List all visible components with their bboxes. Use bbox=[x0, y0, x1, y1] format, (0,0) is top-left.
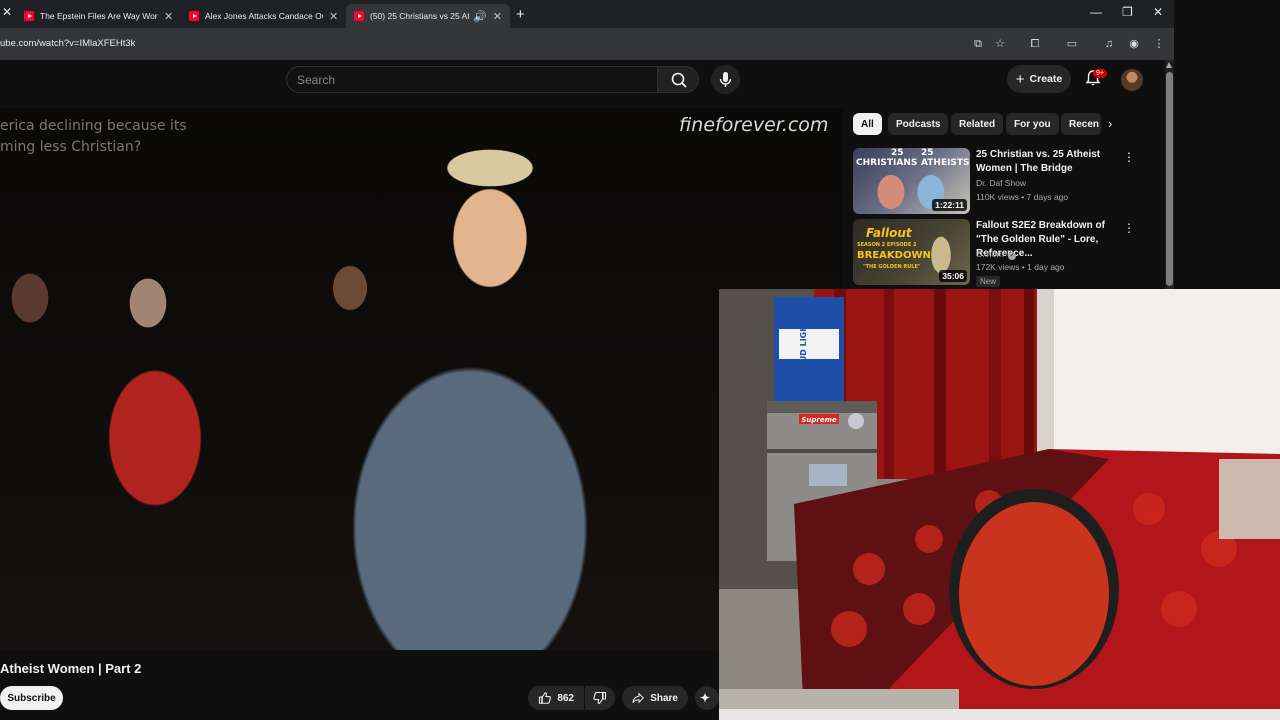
youtube-header: + Create bbox=[0, 60, 1165, 108]
chip-for-you[interactable]: For you bbox=[1006, 113, 1059, 135]
ask-ai-button[interactable]: ✦ bbox=[695, 686, 719, 710]
profile-icon[interactable]: ◉ bbox=[1127, 37, 1141, 51]
video-player[interactable]: erica declining because its ming less Ch… bbox=[0, 108, 843, 650]
video-duration: 1:22:11 bbox=[932, 199, 967, 211]
caption-line-1: erica declining because its bbox=[0, 118, 187, 134]
recommended-video-1[interactable]: CHRISTIANS ATHEISTS 25 25 1:22:11 25 Chr… bbox=[853, 148, 1143, 216]
video-duration: 35:06 bbox=[939, 270, 967, 282]
recommended-title[interactable]: 25 Christian vs. 25 Atheist Women | The … bbox=[976, 148, 1122, 176]
subscribe-button[interactable]: Subscribe bbox=[0, 686, 63, 710]
video-thumbnail[interactable]: CHRISTIANS ATHEISTS 25 25 1:22:11 bbox=[853, 148, 970, 214]
notification-count-badge: 9+ bbox=[1093, 69, 1107, 78]
window-close-icon[interactable]: ✕ bbox=[1153, 5, 1163, 19]
account-avatar[interactable] bbox=[1121, 69, 1143, 91]
youtube-favicon-icon bbox=[189, 11, 199, 21]
recommended-video-2[interactable]: Fallout SEASON 2 EPISODE 2 BREAKDOWN "TH… bbox=[853, 219, 1143, 287]
extensions-icon[interactable]: ⧠ bbox=[1028, 37, 1042, 51]
thumb-text: Fallout bbox=[866, 226, 912, 240]
like-count: 862 bbox=[557, 692, 574, 704]
thumb-text: BREAKDOWN bbox=[857, 250, 931, 261]
like-button[interactable]: 862 bbox=[528, 686, 584, 710]
address-bar: ube.com/watch?v=IMlaXFEHt3k ⧉ ☆ ⧠ ▭ ♫ ◉ … bbox=[0, 28, 1174, 60]
thumb-text: ATHEISTS bbox=[921, 158, 970, 168]
thumbs-down-icon bbox=[593, 691, 607, 705]
new-badge: New bbox=[976, 276, 1001, 287]
channel-name[interactable]: Oxhorn ✓ bbox=[976, 249, 1017, 260]
more-options-icon[interactable]: ⋮ bbox=[1123, 221, 1135, 235]
youtube-favicon-icon bbox=[24, 11, 34, 21]
youtube-favicon-icon bbox=[354, 11, 364, 21]
video-thumbnail[interactable]: Fallout SEASON 2 EPISODE 2 BREAKDOWN "TH… bbox=[853, 219, 970, 285]
scroll-up-arrow-icon[interactable] bbox=[1166, 62, 1172, 68]
box-label: BUD LIGHT bbox=[799, 319, 808, 368]
create-label: Create bbox=[1029, 73, 1063, 85]
create-button[interactable]: + Create bbox=[1007, 65, 1071, 93]
tab-close-icon[interactable]: ✕ bbox=[164, 10, 173, 23]
video-overlay-caption: erica declining because its ming less Ch… bbox=[0, 116, 187, 158]
side-panel-icon[interactable]: ▭ bbox=[1065, 37, 1079, 51]
share-button[interactable]: Share bbox=[622, 686, 688, 710]
browser-tab-3-active[interactable]: (50) 25 Christians vs 25 Atheists 🔊 ✕ bbox=[346, 4, 510, 28]
tab-title: Alex Jones Attacks Candace Owens bbox=[205, 11, 323, 21]
voice-search-button[interactable] bbox=[711, 65, 740, 94]
chip-recent[interactable]: Recen bbox=[1061, 113, 1101, 135]
thumbs-up-icon bbox=[538, 692, 551, 704]
search-icon bbox=[671, 72, 687, 88]
tab-close-icon[interactable]: ✕ bbox=[329, 10, 338, 23]
page-scrollbar[interactable] bbox=[1165, 60, 1174, 289]
speaker-icon[interactable]: 🔊 bbox=[473, 10, 487, 23]
browser-tab-2[interactable]: Alex Jones Attacks Candace Owens ✕ bbox=[189, 4, 338, 28]
tab-close-icon[interactable]: ✕ bbox=[2, 5, 12, 19]
thumb-text: CHRISTIANS bbox=[856, 158, 918, 168]
chip-related[interactable]: Related bbox=[951, 113, 1004, 135]
tab-close-icon[interactable]: ✕ bbox=[493, 10, 502, 23]
thumb-text: "THE GOLDEN RULE" bbox=[863, 264, 921, 270]
browser-menu-icon[interactable]: ⋮ bbox=[1152, 37, 1166, 51]
chevron-right-icon[interactable]: › bbox=[1108, 116, 1112, 131]
more-options-icon[interactable]: ⋮ bbox=[1123, 150, 1135, 164]
sticker-label: Supreme bbox=[801, 416, 837, 424]
channel-name-text: Oxhorn bbox=[976, 249, 1004, 259]
minimize-icon[interactable]: — bbox=[1090, 5, 1102, 19]
share-arrow-icon bbox=[632, 692, 645, 704]
chip-podcasts[interactable]: Podcasts bbox=[888, 113, 949, 135]
url-field[interactable]: ube.com/watch?v=IMlaXFEHt3k bbox=[0, 38, 135, 49]
microphone-icon bbox=[719, 72, 732, 87]
dislike-button[interactable] bbox=[585, 686, 615, 710]
new-tab-plus-icon[interactable]: + bbox=[516, 6, 525, 23]
install-app-icon[interactable]: ⧉ bbox=[971, 37, 985, 51]
restore-icon[interactable]: ❐ bbox=[1122, 5, 1133, 19]
share-label: Share bbox=[650, 692, 678, 704]
verified-check-icon: ✓ bbox=[1008, 252, 1017, 260]
scrollbar-thumb[interactable] bbox=[1166, 72, 1173, 286]
browser-tab-bar: ✕ The Epstein Files Are Way Worse ✕ Alex… bbox=[0, 0, 1174, 28]
video-watermark: fineforever.com bbox=[679, 114, 829, 136]
video-metadata: 172K views • 1 day ago bbox=[976, 262, 1065, 272]
search-input[interactable] bbox=[297, 73, 637, 87]
search-box bbox=[286, 66, 658, 93]
media-control-icon[interactable]: ♫ bbox=[1102, 37, 1116, 51]
thumb-text: 25 bbox=[921, 148, 934, 158]
thumb-text: 25 bbox=[891, 148, 904, 158]
webcam-overlay: BUD LIGHT Supreme bbox=[719, 289, 1280, 720]
channel-name[interactable]: Dr. Daf Show bbox=[976, 178, 1026, 188]
sparkle-icon: ✦ bbox=[700, 691, 711, 705]
video-metadata: 110K views • 7 days ago bbox=[976, 192, 1069, 202]
bookmark-star-icon[interactable]: ☆ bbox=[993, 37, 1007, 51]
thumb-text: SEASON 2 EPISODE 2 bbox=[857, 242, 917, 248]
search-button[interactable] bbox=[657, 66, 699, 93]
browser-tab-1[interactable]: The Epstein Files Are Way Worse ✕ bbox=[24, 4, 173, 28]
chip-all[interactable]: All bbox=[853, 113, 882, 135]
webcam-scene-image: BUD LIGHT Supreme bbox=[719, 289, 1280, 720]
tab-title: The Epstein Files Are Way Worse bbox=[40, 11, 158, 21]
tab-title: (50) 25 Christians vs 25 Atheists bbox=[370, 11, 470, 21]
caption-line-2: ming less Christian? bbox=[0, 139, 142, 155]
video-title: Atheist Women | Part 2 bbox=[0, 661, 142, 676]
plus-icon: + bbox=[1015, 70, 1025, 88]
